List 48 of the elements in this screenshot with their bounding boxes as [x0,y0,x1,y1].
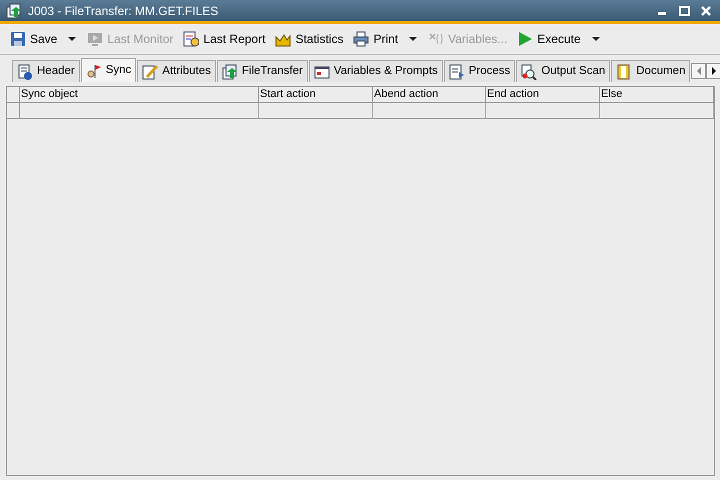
report-icon [183,31,200,47]
document-icon [17,64,33,80]
caret-icon [590,36,601,42]
table-cell[interactable] [486,103,600,119]
toolbar-button[interactable]: Last Report [179,28,270,50]
caret-icon [67,36,78,42]
transfer-icon [222,64,238,80]
window-title: J003 - FileTransfer: MM.GET.FILES [28,2,220,20]
tab[interactable]: Variables & Prompts [308,60,443,82]
toolbar-button[interactable]: Print [349,28,402,50]
column-header[interactable]: Else [600,87,714,103]
column-header[interactable]: End action [486,87,600,103]
window-icon [314,64,330,80]
flag-icon [86,62,102,78]
toolbar-button[interactable]: Execute [513,28,585,50]
maximize-icon [678,6,690,16]
tab[interactable]: Process [444,60,516,82]
variables-icon [428,31,444,47]
toolbar-button[interactable]: Save [6,28,62,50]
play-icon [517,31,534,47]
table-cell[interactable] [373,103,486,119]
toolbar-button[interactable]: Statistics [271,28,348,50]
table-cell[interactable] [20,103,259,119]
caret-icon [408,36,418,42]
tab[interactable]: Header [12,60,80,82]
pencil-icon [142,64,158,80]
magnifier-icon [521,64,538,80]
list-icon [448,64,465,80]
column-header[interactable]: Start action [259,87,373,103]
tab[interactable]: Output Scan [516,60,610,82]
minimize-icon [658,12,666,15]
save-icon [10,31,26,47]
tab[interactable]: Documen [611,60,690,82]
left-arrow-icon [696,67,702,75]
close-icon [701,6,711,16]
monitor-icon [87,31,104,47]
tab[interactable]: Sync [80,58,136,82]
scroll-right-button[interactable] [706,63,720,79]
column-header[interactable]: Abend action [373,87,486,103]
table-cell[interactable] [600,103,714,119]
table-cell[interactable] [259,103,373,119]
tab[interactable]: Attributes [137,60,216,82]
transfer-icon [6,2,22,18]
print-icon [353,31,370,47]
book-icon [616,64,632,80]
right-arrow-icon [710,67,717,75]
column-header[interactable]: Sync object [20,87,259,103]
tab[interactable]: FileTransfer [216,60,308,82]
